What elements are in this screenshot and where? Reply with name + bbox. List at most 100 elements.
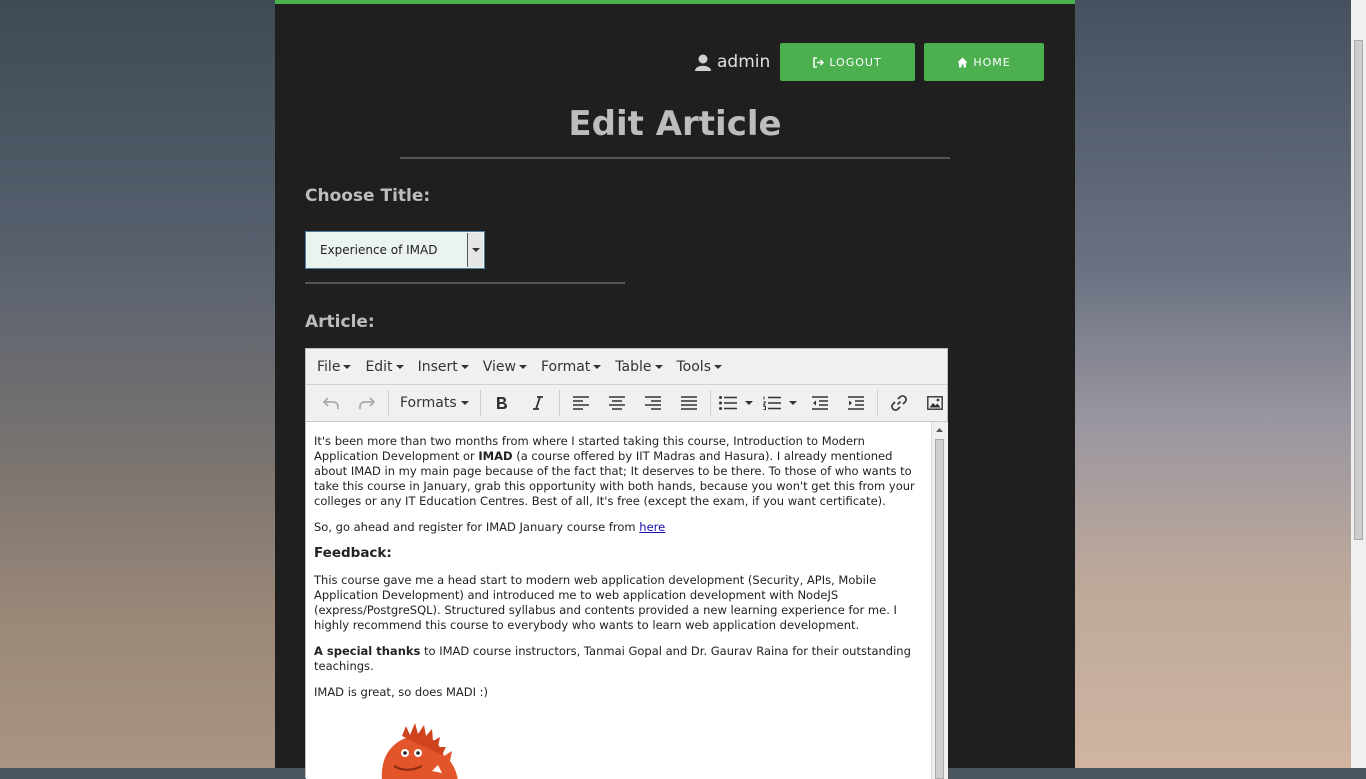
rich-text-editor: File Edit Insert View Format Table Tools… — [305, 348, 948, 779]
menu-insert[interactable]: Insert — [413, 359, 474, 375]
align-justify-icon — [680, 396, 697, 410]
outdent-icon — [811, 396, 828, 410]
menu-table[interactable]: Table — [610, 359, 667, 375]
caret-icon — [343, 364, 352, 369]
title-select-value: Experience of IMAD — [320, 243, 438, 257]
choose-title-label: Choose Title: — [305, 186, 431, 206]
feedback-heading: Feedback: — [314, 545, 392, 561]
image-button[interactable] — [917, 390, 953, 416]
italic-button[interactable] — [520, 390, 556, 416]
caret-icon — [744, 401, 753, 405]
menu-edit-label: Edit — [365, 358, 393, 375]
paragraph-feedback: This course gave me a head start to mode… — [314, 573, 897, 632]
editor-toolbar: Formats — [306, 385, 947, 422]
outdent-button[interactable] — [802, 390, 838, 416]
bold-button[interactable] — [484, 390, 520, 416]
bullet-list-icon — [718, 396, 737, 410]
formats-label: Formats — [400, 395, 457, 411]
align-left-button[interactable] — [563, 390, 599, 416]
bold-text: A special thanks — [314, 644, 421, 658]
background-left — [0, 0, 275, 768]
caret-icon — [395, 364, 404, 369]
indent-icon — [847, 396, 864, 410]
menu-file-label: File — [317, 358, 341, 375]
chevron-down-icon — [471, 248, 480, 252]
align-left-icon — [572, 396, 589, 410]
paragraph-thanks: A special thanks to IMAD course instruct… — [314, 644, 923, 674]
formats-dropdown[interactable]: Formats — [392, 390, 477, 416]
style-group — [481, 390, 560, 416]
menu-edit[interactable]: Edit — [360, 359, 408, 375]
indent-button[interactable] — [838, 390, 874, 416]
caret-icon — [460, 364, 469, 369]
menu-tools[interactable]: Tools — [672, 359, 728, 375]
article-label: Article: — [305, 312, 375, 332]
register-link[interactable]: here — [639, 520, 665, 534]
home-icon — [957, 57, 968, 67]
dinosaur-mascot-image[interactable] — [372, 711, 502, 779]
select-divider — [305, 282, 625, 284]
paragraph-intro: It's been more than two months from wher… — [314, 434, 923, 509]
main-panel: admin LOGOUT HOME Edit Article Choose Ti… — [275, 0, 1075, 779]
italic-icon — [532, 396, 543, 410]
editor-scrollbar[interactable] — [931, 422, 948, 779]
select-arrow[interactable] — [467, 233, 483, 267]
menu-tools-label: Tools — [676, 358, 712, 375]
scroll-up-icon — [936, 428, 943, 432]
list-group — [711, 390, 878, 416]
insert-group — [878, 390, 956, 416]
image-icon — [926, 396, 943, 410]
history-group — [310, 390, 389, 416]
link-icon — [890, 395, 907, 411]
menu-view-label: View — [482, 358, 516, 375]
home-button[interactable]: HOME — [924, 43, 1044, 81]
page-scroll-thumb[interactable] — [1354, 40, 1363, 540]
paragraph-closing: IMAD is great, so does MADI :) — [314, 685, 489, 699]
redo-button[interactable] — [349, 390, 385, 416]
menu-view[interactable]: View — [478, 359, 532, 375]
align-right-button[interactable] — [635, 390, 671, 416]
caret-icon — [654, 364, 663, 369]
undo-button[interactable] — [313, 390, 349, 416]
page-scrollbar[interactable] — [1351, 0, 1366, 768]
menu-format[interactable]: Format — [536, 359, 606, 375]
logout-label: LOGOUT — [829, 55, 882, 69]
logout-button[interactable]: LOGOUT — [780, 43, 915, 81]
text-run: So, go ahead and register for IMAD Janua… — [314, 520, 640, 534]
align-right-icon — [644, 396, 661, 410]
editor-menubar: File Edit Insert View Format Table Tools — [306, 349, 947, 385]
align-center-button[interactable] — [599, 390, 635, 416]
username: admin — [717, 52, 771, 72]
menu-insert-label: Insert — [417, 358, 458, 375]
caret-icon — [714, 364, 722, 369]
numbered-list-icon — [762, 396, 781, 410]
undo-icon — [323, 397, 339, 409]
caret-icon — [460, 401, 469, 405]
bold-icon — [496, 397, 507, 409]
numbered-list-button[interactable] — [758, 390, 802, 416]
user-icon — [695, 54, 711, 71]
editor-scroll-thumb[interactable] — [935, 439, 944, 779]
align-justify-button[interactable] — [671, 390, 707, 416]
redo-icon — [359, 397, 375, 409]
menu-file[interactable]: File — [312, 359, 356, 375]
logout-icon — [813, 56, 825, 68]
background-right — [1075, 0, 1351, 768]
caret-icon — [518, 364, 527, 369]
caret-icon — [593, 364, 602, 369]
home-label: HOME — [973, 55, 1011, 69]
paragraph-register: So, go ahead and register for IMAD Janua… — [314, 520, 923, 535]
align-group — [560, 390, 711, 416]
menu-format-label: Format — [540, 358, 591, 375]
align-center-icon — [608, 396, 625, 410]
user-info: admin — [695, 52, 770, 72]
link-button[interactable] — [881, 390, 917, 416]
bold-text: IMAD — [478, 449, 513, 463]
editor-content[interactable]: It's been more than two months from wher… — [306, 422, 931, 779]
page-title: Edit Article — [568, 104, 782, 144]
formats-group: Formats — [389, 390, 481, 416]
title-select[interactable]: Experience of IMAD — [305, 231, 485, 269]
caret-icon — [788, 401, 797, 405]
bullet-list-button[interactable] — [714, 390, 758, 416]
menu-table-label: Table — [615, 358, 652, 375]
